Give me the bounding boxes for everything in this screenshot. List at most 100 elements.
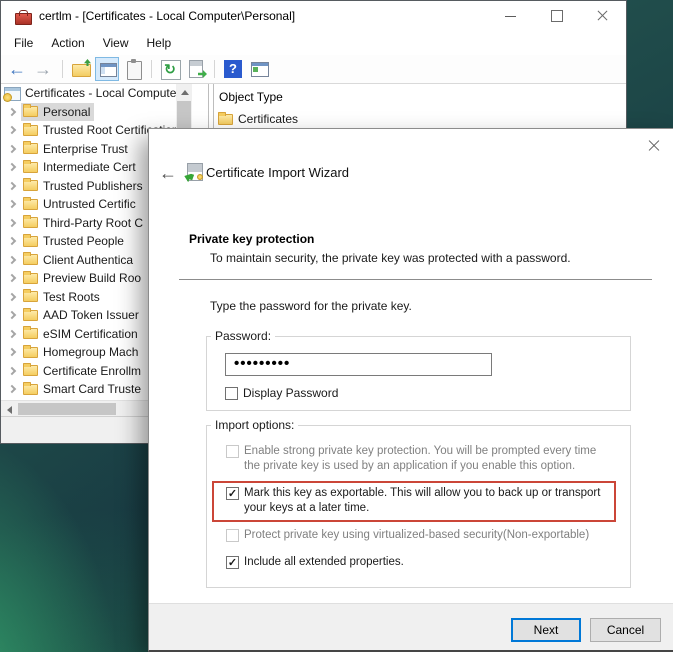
toolbar-icon[interactable] bbox=[95, 57, 119, 81]
folder-icon bbox=[23, 236, 38, 247]
column-header-object-type[interactable]: Object Type bbox=[214, 84, 625, 104]
folder-icon bbox=[23, 291, 38, 302]
tree-item-label: eSIM Certification bbox=[43, 327, 138, 341]
option-checkbox[interactable] bbox=[226, 445, 239, 458]
close-icon[interactable] bbox=[646, 138, 662, 154]
toolbar-icon[interactable] bbox=[247, 57, 271, 81]
scroll-left-icon[interactable] bbox=[7, 406, 12, 414]
import-option: ✓ Include all extended properties. bbox=[212, 550, 616, 576]
option-checkbox[interactable]: ✓ bbox=[226, 556, 239, 569]
folder-icon bbox=[23, 162, 38, 173]
certificate-import-wizard-dialog: ← Certificate Import Wizard Private key … bbox=[148, 128, 673, 652]
next-button[interactable]: Next bbox=[511, 618, 581, 642]
chevron-right-icon[interactable] bbox=[8, 385, 16, 393]
screen: certlm - [Certificates - Local Computer\… bbox=[0, 0, 673, 652]
wizard-footer: Next Cancel bbox=[149, 603, 673, 650]
tree-item-label: Homegroup Mach bbox=[43, 345, 138, 359]
tree-item-label: Personal bbox=[43, 105, 90, 119]
back-arrow-icon[interactable]: ← bbox=[159, 163, 177, 184]
option-label: Mark this key as exportable. This will a… bbox=[244, 486, 610, 516]
toolbar-icon[interactable] bbox=[62, 60, 63, 78]
tree-item-label: Intermediate Cert bbox=[43, 160, 136, 174]
tree-item-label: Smart Card Truste bbox=[43, 382, 141, 396]
tree-root-item[interactable]: Certificates - Local Computer bbox=[1, 84, 192, 103]
chevron-right-icon[interactable] bbox=[8, 348, 16, 356]
chevron-right-icon[interactable] bbox=[8, 200, 16, 208]
menu-item[interactable]: Help bbox=[138, 33, 181, 53]
minimize-icon[interactable] bbox=[487, 1, 533, 30]
tree-item-label: Test Roots bbox=[43, 290, 100, 304]
menu-item[interactable]: File bbox=[5, 33, 42, 53]
toolbar-icon[interactable] bbox=[69, 57, 93, 81]
tree-item-label: AAD Token Issuer bbox=[43, 308, 139, 322]
option-checkbox[interactable]: ✓ bbox=[226, 487, 239, 500]
password-group-label: Password: bbox=[211, 329, 275, 343]
close-icon[interactable] bbox=[579, 1, 625, 30]
instruction-text: Type the password for the private key. bbox=[210, 299, 412, 313]
tree-root-label: Certificates - Local Computer bbox=[25, 86, 180, 100]
folder-icon bbox=[23, 254, 38, 265]
window-title: certlm - [Certificates - Local Computer\… bbox=[39, 9, 295, 23]
toolbar-icon[interactable] bbox=[151, 60, 152, 78]
import-option: Enable strong private key protection. Yo… bbox=[212, 439, 616, 480]
folder-icon bbox=[23, 217, 38, 228]
wizard-title: Certificate Import Wizard bbox=[206, 165, 349, 180]
scroll-up-icon[interactable] bbox=[181, 90, 189, 95]
tree-item-label: Client Authentica bbox=[43, 253, 133, 267]
chevron-right-icon[interactable] bbox=[8, 330, 16, 338]
toolbar-icon[interactable] bbox=[121, 57, 145, 81]
menu-item[interactable]: View bbox=[94, 33, 138, 53]
toolbar-icon[interactable] bbox=[158, 57, 182, 81]
page-heading: Private key protection bbox=[189, 232, 314, 246]
divider bbox=[179, 279, 652, 280]
chevron-right-icon[interactable] bbox=[8, 256, 16, 264]
password-input[interactable]: ••••••••• bbox=[225, 353, 492, 376]
password-groupbox: Password: ••••••••• Display Password bbox=[206, 336, 631, 411]
toolbar-icon[interactable] bbox=[32, 57, 56, 81]
page-subheading: To maintain security, the private key wa… bbox=[210, 251, 571, 265]
toolbar-icon[interactable] bbox=[184, 57, 208, 81]
tree-item-label: Preview Build Roo bbox=[43, 271, 141, 285]
chevron-right-icon[interactable] bbox=[8, 182, 16, 190]
wizard-header: ← Certificate Import Wizard bbox=[149, 161, 673, 191]
menu-item[interactable]: Action bbox=[42, 33, 93, 53]
chevron-right-icon[interactable] bbox=[8, 219, 16, 227]
chevron-right-icon[interactable] bbox=[8, 237, 16, 245]
certificates-store-icon bbox=[4, 87, 20, 100]
menu-bar: FileActionViewHelp bbox=[1, 30, 626, 55]
tree-item-label: Trusted People bbox=[43, 234, 124, 248]
display-password-checkbox[interactable] bbox=[225, 387, 238, 400]
option-checkbox[interactable] bbox=[226, 529, 239, 542]
chevron-right-icon[interactable] bbox=[8, 367, 16, 375]
chevron-right-icon[interactable] bbox=[8, 145, 16, 153]
chevron-right-icon[interactable] bbox=[8, 126, 16, 134]
toolbar bbox=[1, 55, 626, 84]
tree-item[interactable]: Personal bbox=[1, 103, 192, 122]
list-item-label: Certificates bbox=[238, 112, 298, 126]
toolbar-icon[interactable] bbox=[214, 60, 215, 78]
toolbar-icon[interactable] bbox=[221, 57, 245, 81]
option-label: Enable strong private key protection. Yo… bbox=[244, 444, 610, 474]
chevron-right-icon[interactable] bbox=[8, 293, 16, 301]
maximize-icon[interactable] bbox=[533, 1, 579, 30]
import-option: Protect private key using virtualized-ba… bbox=[212, 523, 616, 549]
tree-item-label: Untrusted Certific bbox=[43, 197, 136, 211]
folder-icon bbox=[23, 125, 38, 136]
folder-icon bbox=[23, 143, 38, 154]
scrollbar-thumb[interactable] bbox=[18, 403, 116, 415]
option-label: Protect private key using virtualized-ba… bbox=[244, 528, 589, 543]
cancel-button[interactable]: Cancel bbox=[590, 618, 661, 642]
folder-icon bbox=[23, 180, 38, 191]
folder-icon bbox=[23, 365, 38, 376]
chevron-right-icon[interactable] bbox=[8, 163, 16, 171]
chevron-right-icon[interactable] bbox=[8, 311, 16, 319]
window-controls bbox=[487, 1, 625, 30]
display-password-label: Display Password bbox=[243, 386, 338, 400]
folder-icon bbox=[23, 328, 38, 339]
list-item[interactable]: Certificates bbox=[218, 112, 625, 126]
toolbar-icon[interactable] bbox=[6, 57, 30, 81]
import-options-groupbox: Import options: Enable strong private ke… bbox=[206, 425, 631, 588]
chevron-right-icon[interactable] bbox=[8, 108, 16, 116]
import-option: ✓ Mark this key as exportable. This will… bbox=[212, 481, 616, 522]
chevron-right-icon[interactable] bbox=[8, 274, 16, 282]
